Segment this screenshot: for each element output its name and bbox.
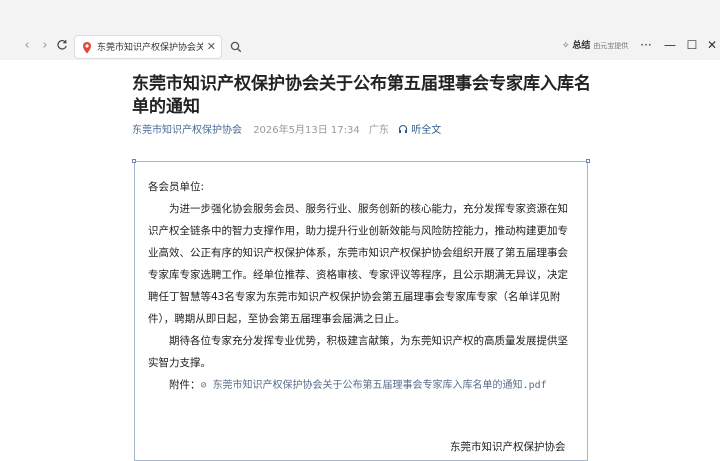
back-icon[interactable]: ‹	[20, 39, 34, 53]
location-pin-icon	[81, 40, 93, 54]
search-icon[interactable]	[230, 38, 244, 53]
paragraph-closing: 期待各位专家充分发挥专业优势，积极建言献策，为东莞知识产权的高质量发展提供坚实智…	[148, 335, 568, 369]
publish-region: 广东	[368, 125, 389, 136]
tab-close-icon[interactable]: ✕	[207, 40, 216, 54]
refresh-glyph	[57, 40, 67, 50]
paragraph-main: 为进一步强化协会服务会员、服务行业、服务创新的核心能力，充分发挥专家资源在知识产…	[148, 203, 568, 325]
article-title: 东莞市知识产权保护协会关于公布第五届理事会专家库入库名单的通知	[132, 74, 591, 117]
close-window-button[interactable]: ✕	[704, 36, 720, 54]
forward-icon[interactable]: ›	[38, 39, 52, 53]
listen-label: 听全文	[411, 125, 442, 136]
minimize-button[interactable]: —	[662, 36, 678, 54]
publish-date: 2026年5月13日 17:34	[253, 125, 360, 136]
frame-corner-handle	[586, 159, 590, 163]
signature: 东莞市知识产权保护协会	[450, 441, 566, 453]
refresh-icon[interactable]	[55, 39, 69, 53]
title-bar	[0, 0, 720, 31]
listen-button[interactable]: 听全文	[398, 124, 442, 136]
document-body: 各会员单位: 为进一步强化协会服务会员、服务行业、服务创新的核心能力，充分发挥专…	[148, 176, 578, 397]
attachment-link[interactable]: ⊘ 东莞市知识产权保护协会关于公布第五届理事会专家库入库名单的通知.pdf	[201, 380, 547, 391]
attachment-filename: 东莞市知识产权保护协会关于公布第五届理事会专家库入库名单的通知.pdf	[212, 380, 547, 391]
headphones-icon	[398, 124, 411, 136]
attachment-line: 附件：⊘ 东莞市知识产权保护协会关于公布第五届理事会专家库入库名单的通知.pdf	[148, 374, 578, 397]
tab-title: 东莞市知识产权保护协会关于	[97, 43, 203, 53]
maximize-button[interactable]: ☐	[684, 36, 700, 54]
summary-tool[interactable]: ✧ 总结 由元宝提供	[562, 36, 628, 56]
summary-label: 总结	[572, 41, 591, 51]
summary-sub: 由元宝提供	[593, 42, 629, 50]
browser-tab[interactable]: 东莞市知识产权保护协会关于 ✕	[74, 35, 222, 59]
article-meta: 东莞市知识产权保护协会 2026年5月13日 17:34 广东 听全文	[132, 124, 441, 138]
attachment-label: 附件：	[169, 379, 201, 391]
frame-corner-handle	[132, 159, 136, 163]
sparkle-icon: ✧	[562, 41, 570, 51]
link-icon: ⊘	[200, 380, 207, 391]
more-menu-button[interactable]: ···	[638, 36, 654, 54]
publisher-link[interactable]: 东莞市知识产权保护协会	[132, 125, 242, 136]
salutation: 各会员单位:	[148, 181, 205, 193]
